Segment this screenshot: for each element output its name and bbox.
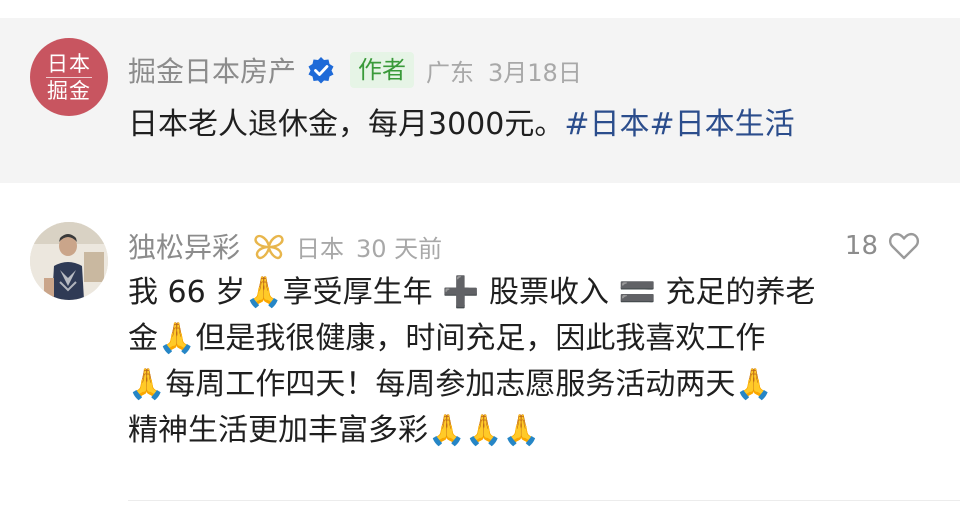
heart-icon[interactable] [888, 231, 920, 261]
avatar-text-bottom: 掘金 [47, 78, 91, 103]
like-button[interactable]: 18 [845, 228, 920, 264]
comment-line: 金🙏但是我很健康，时间充足，因此我喜欢工作 [128, 321, 766, 356]
avatar-text-top: 日本 [47, 51, 91, 76]
comment-line: 🙏每周工作四天！每周参加志愿服务活动两天🙏 [128, 367, 773, 402]
comment-divider [128, 500, 960, 501]
hashtag-link[interactable]: #日本生活 [650, 107, 795, 142]
top-strip [0, 0, 960, 18]
author-date: 3月18日 [488, 58, 582, 87]
author-name[interactable]: 掘金日本房产 [128, 50, 296, 90]
original-post [0, 18, 960, 183]
comment-location: 日本 [296, 234, 345, 263]
commenter-name[interactable]: 独松异彩 [128, 226, 240, 266]
comment-date: 30 天前 [356, 234, 443, 263]
comment-line: 精神生活更加丰富多彩🙏🙏🙏 [128, 413, 541, 448]
author-avatar[interactable]: 日本 掘金 [30, 38, 108, 116]
hashtag-link[interactable]: #日本 [564, 107, 649, 142]
author-tag: 作者 [350, 52, 415, 88]
comment-body: 我 66 岁🙏享受厚生年 ➕ 股票收入 🟰 充足的养老 金🙏但是我很健康，时间充… [128, 270, 928, 454]
commenter-avatar[interactable] [30, 222, 108, 300]
like-count: 18 [844, 231, 878, 261]
comment-line: 我 66 岁🙏享受厚生年 ➕ 股票收入 🟰 充足的养老 [128, 275, 816, 310]
author-location: 广东 [426, 58, 475, 87]
verified-badge-icon [306, 55, 336, 85]
author-meta: 掘金日本房产 作者 广东 3月18日 [128, 50, 582, 90]
butterfly-icon [252, 231, 286, 261]
post-body: 日本老人退休金，每月3000元。 [128, 107, 565, 142]
avatar-divider [46, 76, 92, 78]
post-text: 日本老人退休金，每月3000元。#日本#日本生活 [128, 104, 795, 146]
comment-meta: 独松异彩 日本 30 天前 [128, 226, 442, 266]
